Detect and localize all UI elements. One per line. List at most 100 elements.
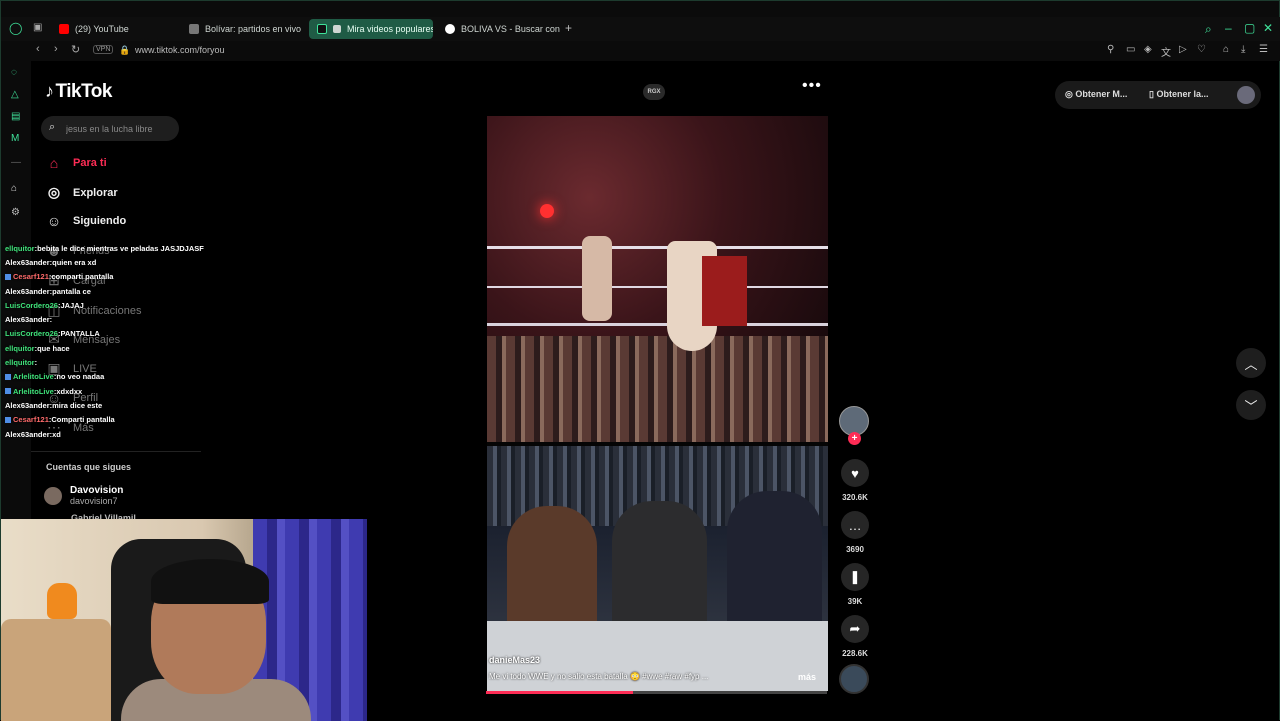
chat-username[interactable]: Alex63ander — [5, 315, 50, 324]
chat-username[interactable]: ellquitor — [5, 344, 35, 353]
download-icon[interactable]: ⤓ — [1241, 44, 1245, 55]
ring-rope — [487, 286, 828, 288]
chat-message: ellquitor : — [5, 355, 235, 369]
nav-para-ti[interactable]: ⌂ Para ti — [45, 155, 107, 171]
chat-text: no veo nadaa — [56, 372, 105, 382]
chat-username[interactable]: Alex63ander — [5, 430, 50, 439]
chat-username[interactable]: Cesarf121 — [13, 415, 49, 424]
new-tab-button[interactable]: + — [565, 21, 572, 35]
rgx-badge[interactable]: RGX — [643, 84, 665, 100]
account-handle: davovision7 — [70, 496, 118, 506]
get-mobile-app-button[interactable]: ▯ Obtener la... — [1149, 89, 1208, 100]
url-field[interactable]: www.tiktok.com/foryou — [135, 45, 225, 55]
account-name: Davovision — [70, 485, 124, 496]
reload-button[interactable]: ↻ — [71, 43, 80, 56]
like-button[interactable]: ♥ — [841, 459, 869, 487]
whatsapp-icon[interactable]: ▤ — [11, 111, 20, 122]
speaker-icon[interactable] — [333, 25, 341, 33]
chat-message: Alex63ander : — [5, 312, 235, 326]
snapshot-icon[interactable]: ▭ — [1126, 44, 1135, 55]
back-button[interactable]: ‹ — [36, 43, 40, 55]
forward-button[interactable]: › — [54, 43, 58, 55]
pin-icon[interactable]: ⚲ — [1107, 44, 1114, 55]
messenger-icon[interactable]: M — [11, 133, 19, 144]
chat-username[interactable]: LuisCordero26 — [5, 301, 58, 310]
vpn-badge[interactable]: VPN — [93, 45, 114, 54]
nav-explorar[interactable]: ◎ Explorar — [45, 184, 118, 201]
music-disc-icon[interactable] — [839, 664, 869, 694]
tab-tiktok[interactable]: Mira videos populares — [309, 19, 433, 39]
like-count: 320.6K — [842, 493, 868, 502]
chat-username[interactable]: Alex63ander — [5, 287, 50, 296]
chat-message: ellquitor : que hace — [5, 341, 235, 355]
chat-text: quien era xd — [52, 257, 97, 267]
chat-username[interactable]: ellquitor — [5, 358, 35, 367]
video-player[interactable] — [487, 116, 828, 691]
chevron-up-icon: ︿ — [1244, 356, 1258, 372]
history-icon[interactable]: ⌂ — [11, 183, 17, 194]
next-video-button[interactable]: ﹀ — [1236, 390, 1266, 420]
share-count: 228.6K — [842, 649, 868, 658]
compass-icon: ◎ — [47, 184, 61, 200]
wallet-icon[interactable]: ⌂ — [1223, 44, 1229, 55]
settings-icon[interactable]: ⚙ — [11, 207, 20, 218]
chat-username[interactable]: LuisCordero26 — [5, 329, 58, 338]
comment-button[interactable]: … — [841, 511, 869, 539]
sidebar-divider: — — [11, 157, 21, 168]
streamer-webcam — [1, 519, 367, 721]
description-more-button[interactable]: más — [798, 672, 816, 682]
nav-siguiendo[interactable]: ☺ Siguiendo — [45, 213, 126, 229]
heart-icon[interactable]: ♡ — [1197, 44, 1206, 55]
video-progress-bar[interactable] — [486, 691, 827, 694]
lock-icon[interactable]: 🔒 — [119, 45, 130, 56]
follow-plus-button[interactable]: + — [848, 432, 861, 445]
chat-badge-icon — [5, 273, 11, 280]
chat-username[interactable]: ArlelitoLive — [13, 372, 54, 381]
chat-username[interactable]: Cesarf121 — [13, 272, 49, 281]
minimize-button[interactable]: – — [1225, 21, 1232, 35]
maximize-button[interactable]: ▢ — [1244, 21, 1255, 35]
heart-icon: ♥ — [851, 465, 859, 481]
translate-icon[interactable]: 文 — [1161, 44, 1171, 59]
previous-video-button[interactable]: ︿ — [1236, 348, 1266, 378]
plush-toy — [47, 583, 77, 619]
video-author[interactable]: danieMas23 — [489, 655, 540, 665]
chat-badge-icon — [5, 416, 11, 423]
search-icon[interactable]: ⌕ — [49, 121, 55, 134]
close-window-button[interactable]: ✕ — [1263, 21, 1273, 35]
opera-logo-icon[interactable]: ◯ — [9, 21, 22, 35]
play-icon[interactable]: ▷ — [1179, 44, 1187, 55]
more-options-icon[interactable]: ••• — [802, 77, 822, 95]
chat-message: ellquitor : bebita le dice mientras ve p… — [5, 241, 235, 255]
get-pc-app-button[interactable]: ◎ Obtener M... — [1065, 89, 1127, 100]
chat-separator: : — [34, 358, 38, 368]
save-button[interactable]: ❚ — [841, 563, 869, 591]
sidebar-divider — [31, 451, 201, 452]
menu-icon[interactable]: ☰ — [1259, 44, 1268, 55]
chat-badge-icon — [5, 388, 11, 395]
aria-icon[interactable]: ◌ — [11, 67, 17, 78]
search-tabs-icon[interactable]: ⌕ — [1205, 22, 1212, 37]
save-count: 39K — [847, 597, 863, 606]
following-account[interactable]: Davovision davovision7 — [44, 485, 123, 506]
search-box: ⌕ — [41, 116, 179, 141]
search-input[interactable] — [66, 121, 171, 136]
tab-google[interactable]: BOLIVA VS - Buscar con G — [437, 19, 561, 39]
share-button[interactable]: ➦ — [841, 615, 869, 643]
chat-message: LuisCordero26 : PANTALLA — [5, 327, 235, 341]
nav-label: Explorar — [73, 186, 118, 199]
shield-icon[interactable]: ◈ — [1144, 44, 1152, 55]
nav-label: Siguiendo — [73, 215, 127, 227]
briefcase-icon[interactable]: △ — [11, 89, 19, 100]
chevron-down-icon: ﹀ — [1244, 398, 1258, 414]
tab-overview-icon[interactable]: ▣ — [33, 22, 42, 33]
chat-message: Cesarf121 : comparti pantalla — [5, 270, 235, 284]
profile-avatar[interactable] — [1237, 86, 1255, 104]
tab-youtube[interactable]: (29) YouTube — [51, 19, 171, 39]
chat-username[interactable]: Alex63ander — [5, 401, 50, 410]
chat-username[interactable]: Alex63ander — [5, 258, 50, 267]
tiktok-logo[interactable]: ♪ TikTok — [45, 81, 112, 103]
chat-username[interactable]: ArlelitoLive — [13, 387, 54, 396]
tab-bolivar[interactable]: Bolívar: partidos en vivo y — [181, 19, 303, 39]
chat-username[interactable]: ellquitor — [5, 244, 35, 253]
